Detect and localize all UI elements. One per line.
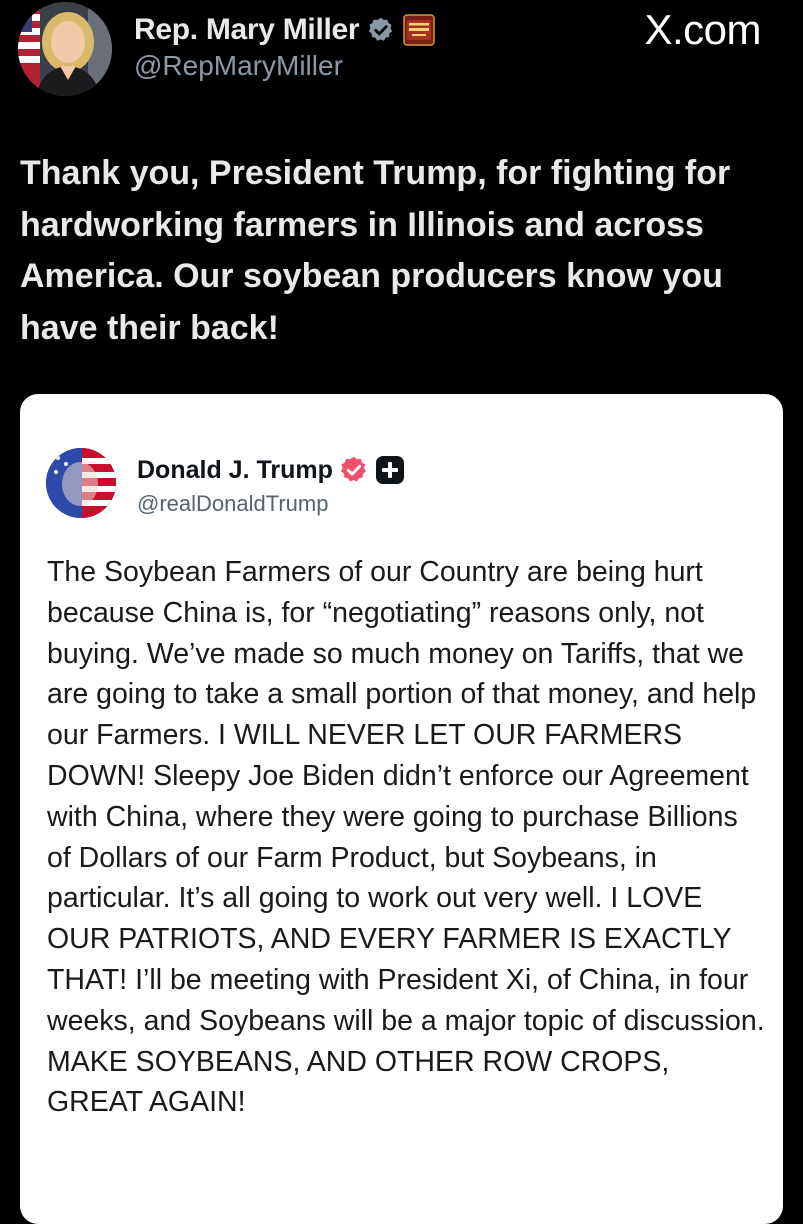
site-label: X.com — [644, 6, 761, 53]
quoted-author-name-row: Donald J. Trump — [137, 452, 405, 488]
profile-photo-icon — [18, 2, 112, 96]
post-header: Rep. Mary Miller @RepMaryMiller X.com — [0, 0, 803, 110]
author-name[interactable]: Rep. Mary Miller — [134, 13, 360, 47]
quoted-author-name[interactable]: Donald J. Trump — [137, 456, 333, 485]
verified-badge-icon — [367, 16, 395, 44]
quoted-author-handle[interactable]: @realDonaldTrump — [137, 491, 328, 517]
author-name-row: Rep. Mary Miller — [134, 10, 436, 50]
quoted-post-card[interactable]: Donald J. Trump @realDonaldTrump The Soy… — [20, 394, 783, 1224]
quoted-author-avatar[interactable] — [46, 448, 116, 518]
flag-portrait-icon — [46, 448, 116, 518]
author-avatar[interactable] — [18, 2, 112, 96]
author-handle[interactable]: @RepMaryMiller — [134, 50, 343, 82]
platform-plus-icon[interactable] — [375, 455, 405, 485]
post-text: Thank you, President Trump, for fighting… — [20, 154, 731, 347]
affiliation-badge-icon[interactable] — [403, 14, 436, 46]
quoted-post-text: The Soybean Farmers of our Country are b… — [47, 556, 765, 1119]
verified-badge-icon — [339, 455, 369, 485]
